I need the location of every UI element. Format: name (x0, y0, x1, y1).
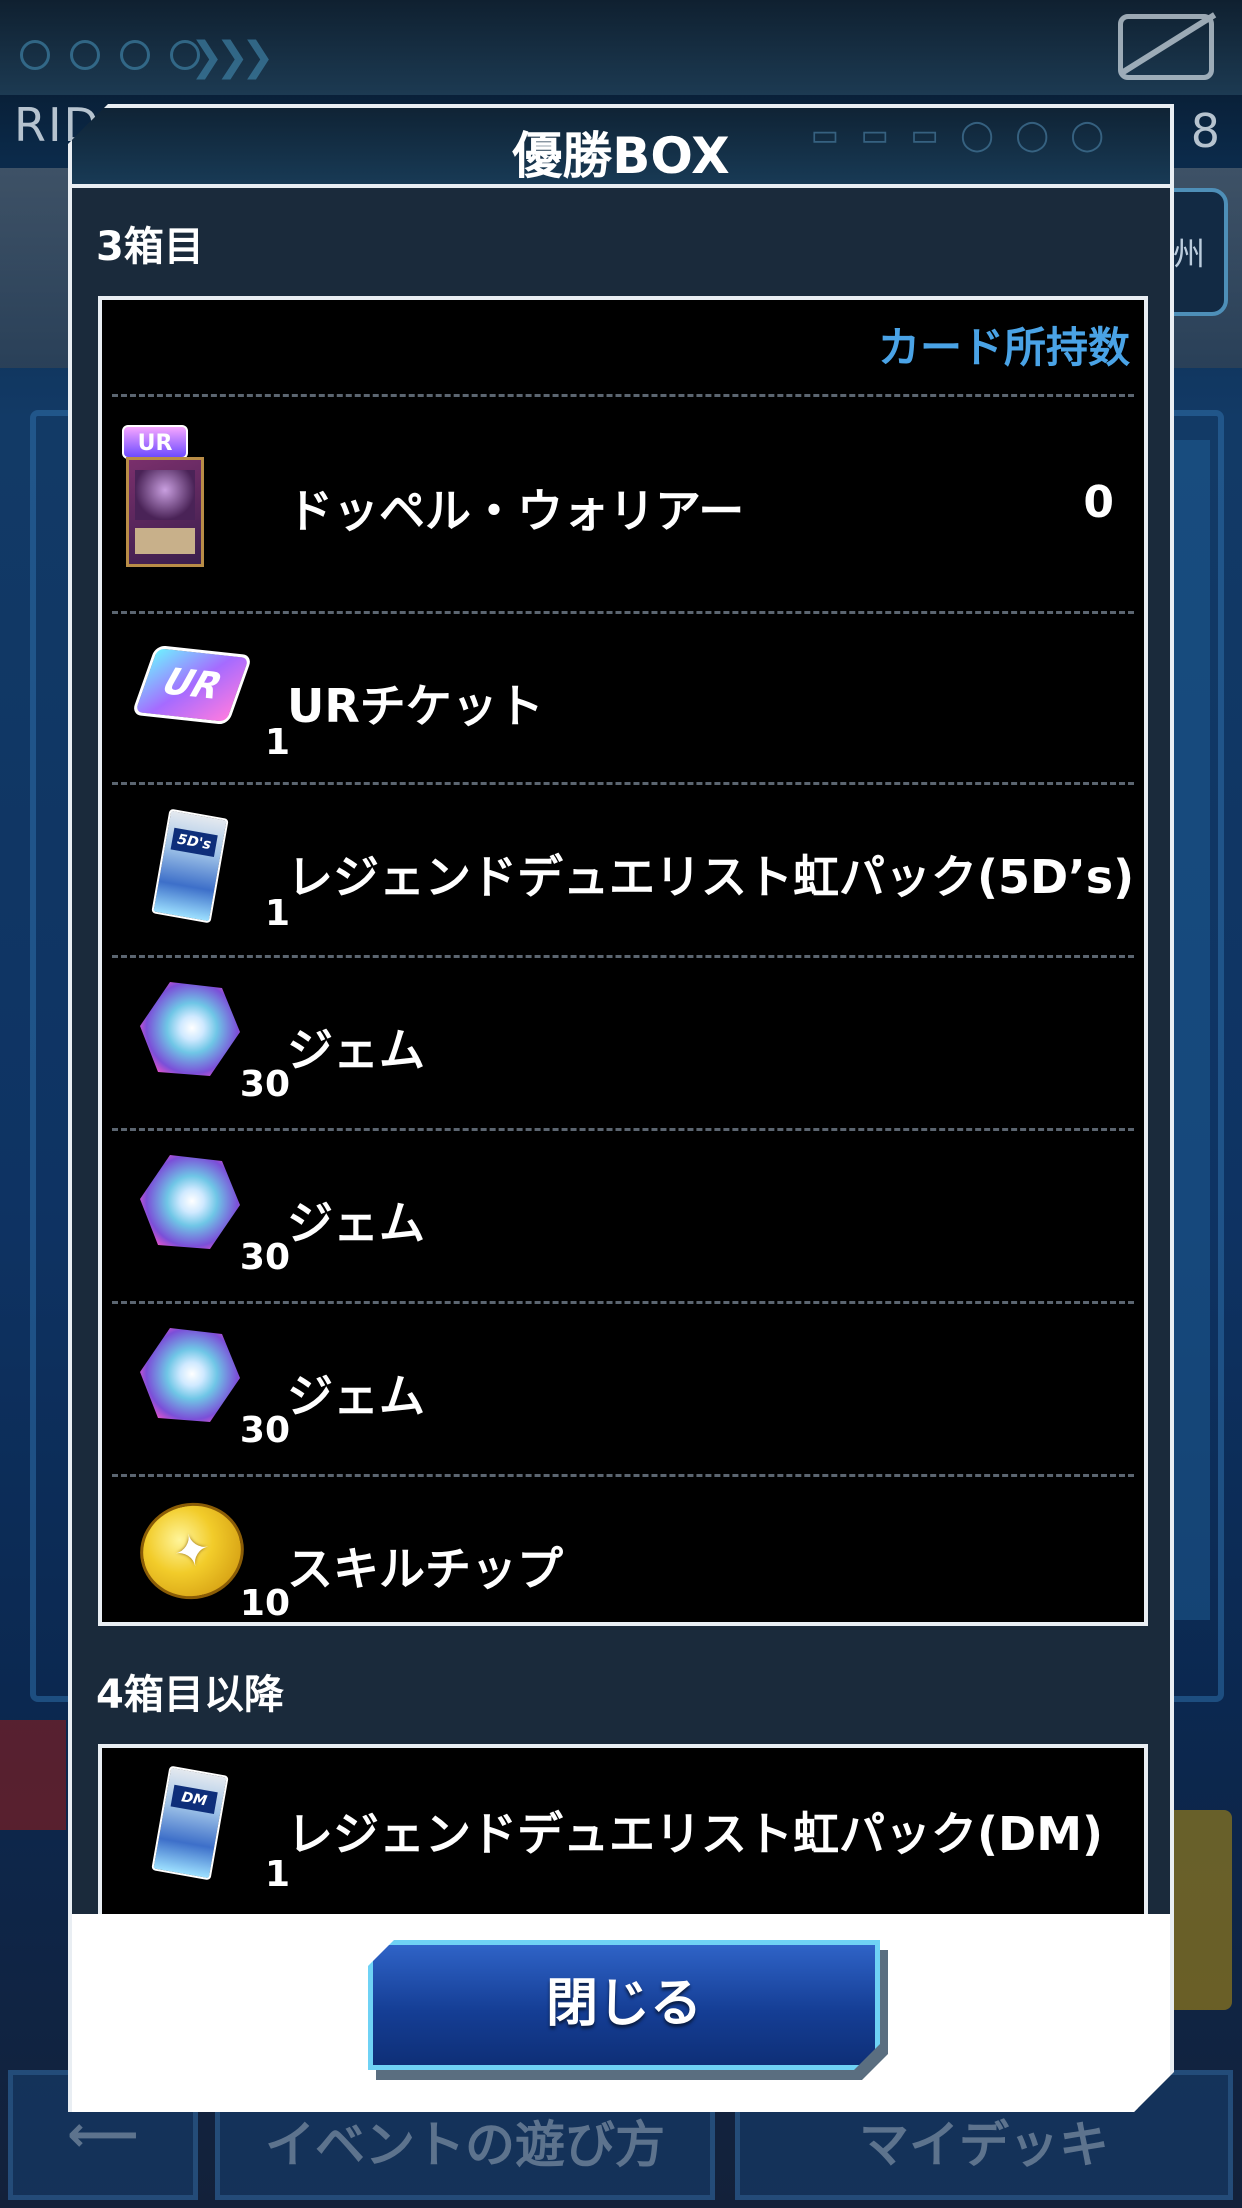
background-red-tag (0, 1720, 66, 1830)
item-name: ドッペル・ウォリアー (287, 484, 745, 538)
ur-ticket-icon: UR (131, 645, 253, 725)
card-owned-count: 0 (1083, 477, 1114, 528)
ur-rarity-badge: UR (122, 425, 188, 459)
list-item[interactable]: 30 ジェム (112, 1304, 1134, 1477)
item-name: ジェム (287, 1023, 425, 1077)
item-name: スキルチップ (287, 1542, 563, 1596)
item-name: レジェンドデュエリスト虹パック(5D’s) (287, 850, 1135, 904)
section-label-box3: 3箱目 (96, 224, 204, 270)
item-quantity: 30 (239, 1410, 290, 1451)
item-quantity: 10 (239, 1583, 290, 1624)
card-owned-count-header: カード所持数 (877, 323, 1130, 372)
dialog-title: 優勝BOX (512, 127, 730, 185)
victory-box-dialog: ▭ ▭ ▭ ◯ ◯ ◯ 優勝BOX 3箱目 カード所持数 UR ドッペル・ウォリ… (68, 104, 1174, 2112)
section-label-box4-plus: 4箱目以降 (96, 1672, 284, 1718)
chevron-decoration-icon: ❯❯❯ (190, 34, 274, 80)
sparkle-icon: ✦ (168, 1522, 216, 1580)
item-quantity: 30 (239, 1064, 290, 1105)
item-name: レジェンドデュエリスト虹パック(DM) (287, 1807, 1104, 1861)
back-arrow-icon: ⟵ (67, 2105, 139, 2163)
list-header: カード所持数 (112, 300, 1134, 397)
item-name: URチケット (287, 679, 544, 733)
background-number: 8 (1190, 104, 1220, 158)
close-button[interactable]: 閉じる (368, 1940, 880, 2070)
list-item[interactable]: 30 ジェム (112, 1131, 1134, 1304)
list-item[interactable]: UR 1 URチケット (112, 614, 1134, 785)
item-name: ジェム (287, 1369, 425, 1423)
card-icon (126, 457, 204, 567)
item-quantity: 30 (239, 1237, 290, 1278)
list-item[interactable]: 5D's 1 レジェンドデュエリスト虹パック(5D’s) (112, 785, 1134, 958)
list-item[interactable]: ✦ 10 スキルチップ (112, 1477, 1134, 1626)
item-name: ジェム (287, 1196, 425, 1250)
item-quantity: 1 (264, 1854, 290, 1895)
dialog-header: ▭ ▭ ▭ ◯ ◯ ◯ 優勝BOX (72, 108, 1170, 188)
list-item[interactable]: UR ドッペル・ウォリアー 0 (112, 397, 1134, 614)
camera-off-icon[interactable] (1118, 14, 1214, 80)
list-item[interactable]: DM 1 レジェンドデュエリスト虹パック(DM) (112, 1748, 1134, 1918)
item-quantity: 1 (264, 893, 290, 934)
reward-list-box3[interactable]: カード所持数 UR ドッペル・ウォリアー 0 UR 1 URチケット 5D's … (98, 296, 1148, 1626)
item-quantity: 1 (264, 722, 290, 763)
list-item[interactable]: 30 ジェム (112, 958, 1134, 1131)
